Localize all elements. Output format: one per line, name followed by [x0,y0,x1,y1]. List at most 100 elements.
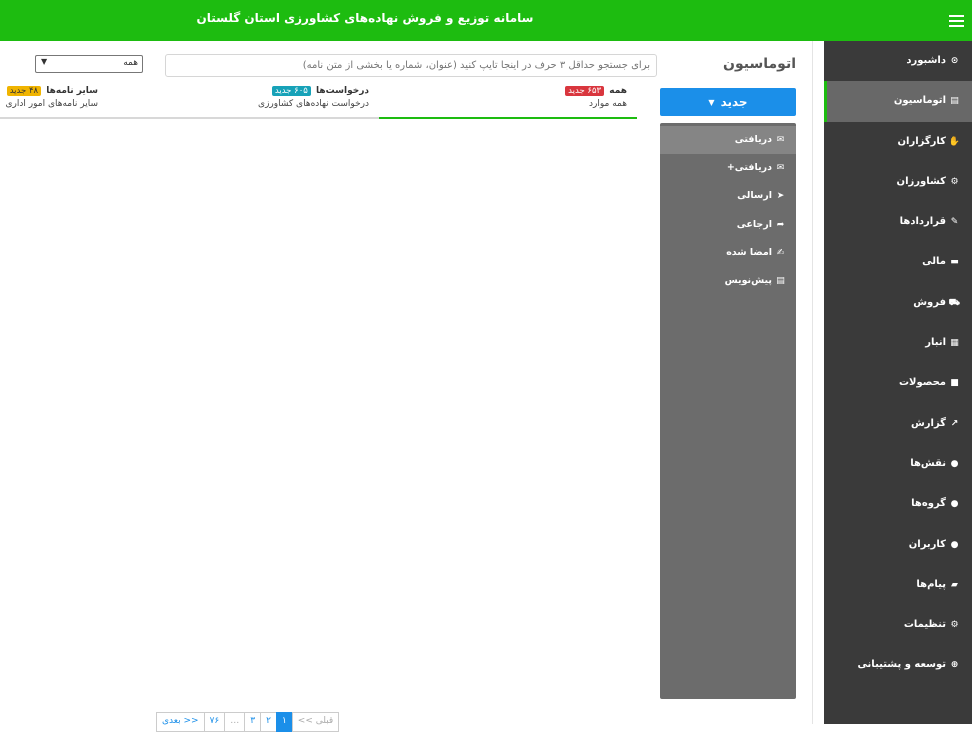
sidebar-item-groups[interactable]: ● گروه‌ها [824,484,972,524]
sidebar-item-settings[interactable]: ⚙ تنظیمات [824,605,972,645]
sidebar-item-sales[interactable]: ⛟فروش [824,283,972,323]
sidebar-item-label: مالی [922,256,946,268]
credit-card-icon: ▬ [950,257,959,268]
box-icon: ■ [950,378,959,389]
signature-icon: ✍ [776,247,785,258]
sidebar-item-support[interactable]: ⊕ توسعه و پشتیبانی [824,645,972,685]
pagination-current-page[interactable]: ۱ [275,712,293,732]
folder-label: امضا شده [726,246,772,258]
tab-subtitle: سایر نامه‌های امور اداری [5,99,98,109]
sidebar-item-farmers[interactable]: ⚙ کشاورزان [824,162,972,202]
pagination-ellipsis: … [224,712,246,732]
sidebar-item-label: گزارش [910,417,946,429]
tab-other-letters[interactable]: سایر نامه‌ها ۴۸ جدید سایر نامه‌های امور … [0,84,108,119]
new-button-label: جدید [720,95,748,109]
tab-title: همه [609,86,627,96]
sidebar-item-products[interactable]: ■ محصولات [824,363,972,403]
sidebar-item-automation[interactable]: ▤ اتوماسیون [824,81,972,122]
tab-title: درخواست‌ها [315,86,369,96]
caret-down-icon: ▼ [708,97,715,107]
sidebar-item-label: گروه‌ها [911,498,946,510]
search-input[interactable] [165,54,657,77]
tab-requests[interactable]: درخواست‌ها ۶۰۵ جدید درخواست نهاده‌های کش… [108,84,379,119]
sidebar-item-label: کاربران [908,538,946,550]
file-draft-icon: ▤ [776,275,785,286]
sidebar-item-label: کشاورزان [896,175,946,187]
contract-icon: ✎ [950,217,959,228]
envelope-icon: ✉ [776,135,785,145]
sidebar-item-dashboard[interactable]: ⊙ داشبورد [824,41,972,81]
folder-sent[interactable]: ➤ ارسالی [660,182,796,210]
category-tabs: همه ۶۵۳ جدید همه موارد درخواست‌ها ۶۰۵ جد… [0,84,637,119]
cogs-icon: ⚙ [950,620,959,631]
user-tag-icon: ● [950,458,959,469]
sidebar-item-label: فروش [913,296,946,308]
top-header: سامانه توزیع و فروش نهاده‌های کشاورزی اس… [0,0,972,41]
sidebar-item-roles[interactable]: ● نقش‌ها [824,444,972,484]
filter-selected-value: همه [123,58,138,68]
folder-label: پیش‌نویس [724,274,772,286]
warehouse-icon: ▦ [950,338,959,349]
new-letter-button[interactable]: جدید ▼ [660,88,796,116]
sidebar-item-contracts[interactable]: ✎ قراردادها [824,202,972,242]
sidebar-item-label: پیام‌ها [916,578,946,590]
tachometer-icon: ⊙ [950,56,959,66]
folder-label: ارجاعی [736,218,772,230]
sidebar: ⊙ داشبورد ▤ اتوماسیون ✋کارگزاران ⚙ کشاورزان… [824,41,972,724]
handshake-icon: ✋ [948,136,960,147]
folder-signed[interactable]: ✍ امضا شده [660,239,796,267]
tractor-icon: ⚙ [950,176,959,187]
folder-panel: ✉ دریافتی ✉ دریافتی+ ➤ ارسالی ➦ ارجاعی ✍ امضا… [660,123,796,699]
paper-plane-icon: ➤ [776,191,785,202]
pagination-last-page[interactable]: ۷۶ [203,712,226,732]
sidebar-item-users[interactable]: ● کاربران [824,525,972,565]
sidebar-item-label: کارگزاران [897,135,946,147]
folder-label: دریافتی+ [726,162,772,174]
new-count-badge: ۴۸ جدید [6,86,42,96]
sidebar-item-label: اتوماسیون [893,95,946,107]
tab-title: سایر نامه‌ها [46,86,98,96]
sidebar-item-label: محصولات [898,377,946,389]
pagination-page[interactable]: ۳ [244,712,262,732]
divider [812,41,813,724]
sidebar-item-label: قراردادها [899,216,946,228]
sidebar-item-label: نقش‌ها [910,457,946,469]
chart-line-icon: ↗ [950,418,959,429]
folder-inbox[interactable]: ✉ دریافتی [660,126,796,155]
shopping-cart-icon: ⛟ [948,297,960,308]
folder-drafts[interactable]: ▤ پیش‌نویس [660,267,796,295]
sidebar-item-label: تنظیمات [903,619,946,631]
sidebar-item-warehouse[interactable]: ▦ انبار [824,323,972,363]
sidebar-item-agents[interactable]: ✋کارگزاران [824,122,972,162]
pagination-next[interactable]: بعدی >> [156,712,205,732]
tab-subtitle: درخواست نهاده‌های کشاورزی [258,99,369,109]
sidebar-item-finance[interactable]: ▬ مالی [824,242,972,282]
folder-label: ارسالی [737,190,772,202]
pagination-prev[interactable]: << قبلی [291,712,340,732]
users-icon: ● [950,539,959,550]
menu-icon[interactable] [949,15,964,28]
sidebar-item-messages[interactable]: ▰ پیام‌ها [824,565,972,605]
folder-label: دریافتی [734,134,772,145]
filter-select[interactable]: همه ▼ [35,55,143,73]
new-count-badge: ۶۵۳ جدید [565,86,605,96]
comment-icon: ▰ [951,579,958,590]
new-count-badge: ۶۰۵ جدید [271,86,311,96]
globe-icon: ⊕ [950,660,959,671]
sidebar-item-reports[interactable]: ↗ گزارش [824,404,972,444]
pagination-page[interactable]: ۲ [260,712,277,732]
users-group-icon: ● [950,499,959,510]
pagination: بعدی >> ۷۶ … ۳ ۲ ۱ << قبلی [156,712,340,732]
sidebar-item-label: داشبورد [906,55,946,66]
app-title: سامانه توزیع و فروش نهاده‌های کشاورزی اس… [196,11,534,25]
caret-down-icon: ▼ [41,57,48,66]
sidebar-item-label: انبار [925,337,946,349]
file-text-icon: ▤ [950,96,959,107]
folder-referred[interactable]: ➦ ارجاعی [660,211,796,239]
folder-inbox-plus[interactable]: ✉ دریافتی+ [660,154,796,182]
tab-all[interactable]: همه ۶۵۳ جدید همه موارد [379,84,637,119]
envelope-open-icon: ✉ [776,163,785,174]
sidebar-item-label: توسعه و پشتیبانی [857,659,946,671]
tab-subtitle: همه موارد [589,99,627,109]
page-title: اتوماسیون [723,56,796,72]
